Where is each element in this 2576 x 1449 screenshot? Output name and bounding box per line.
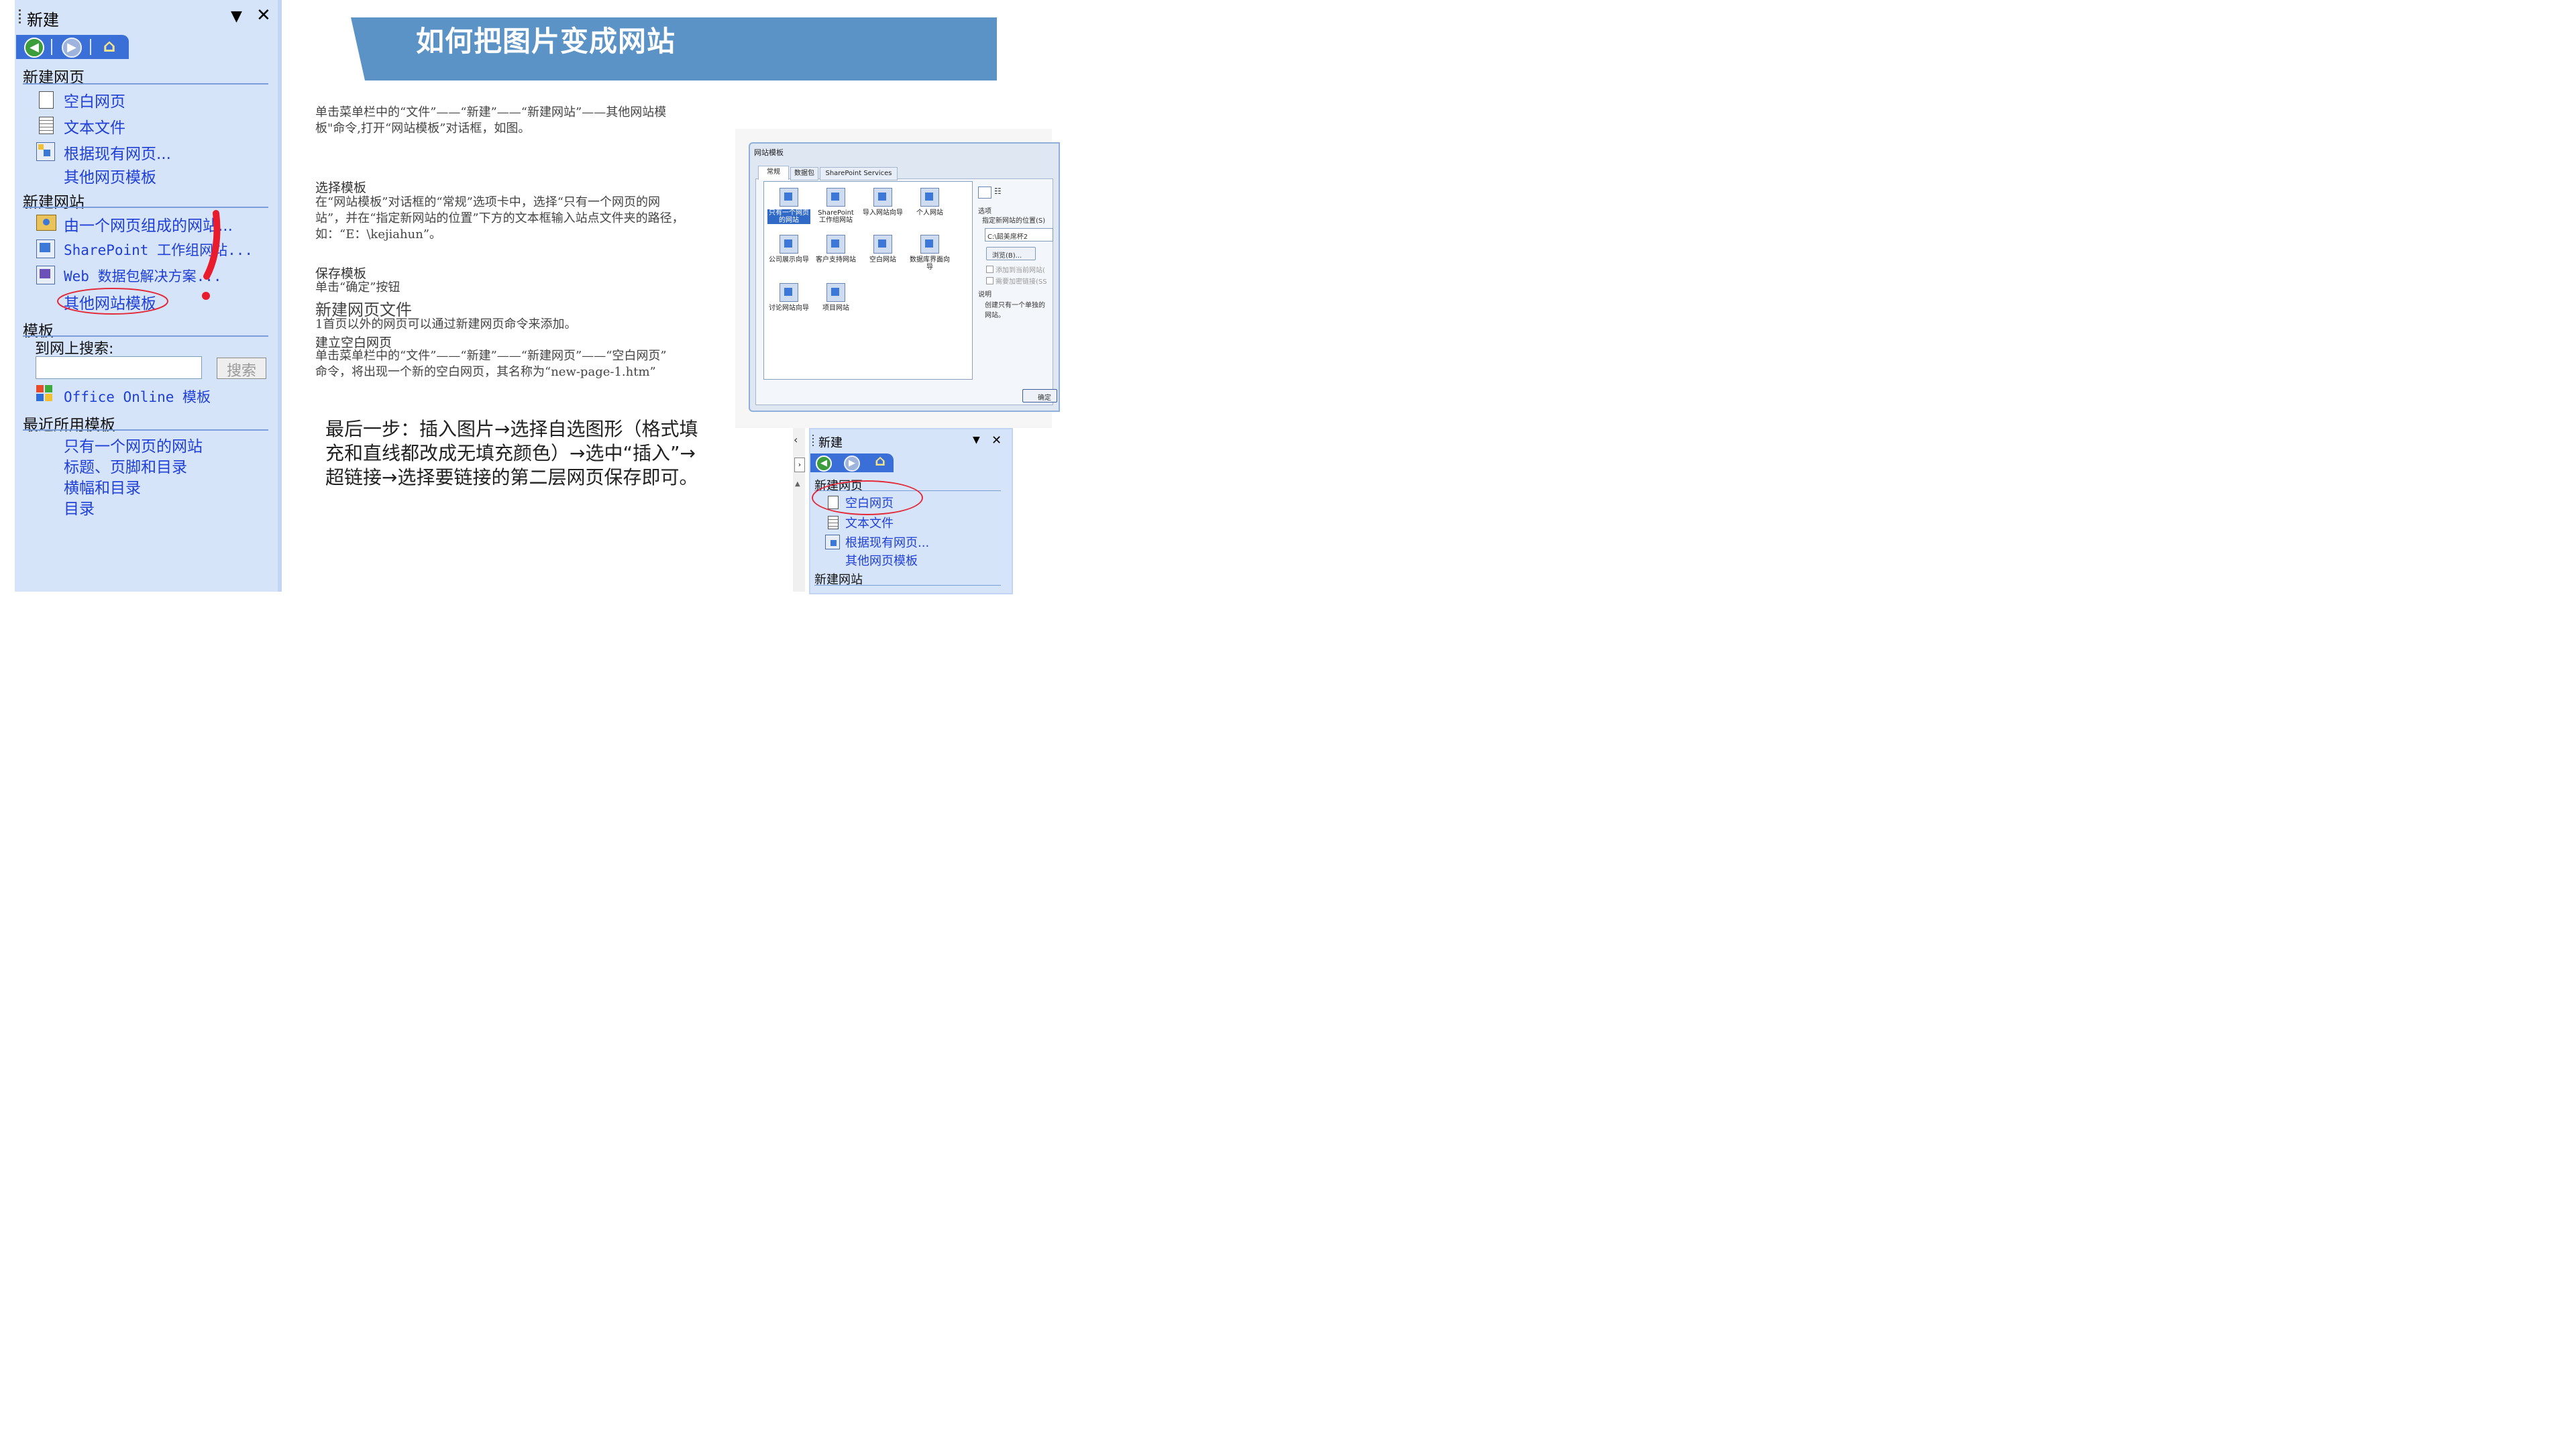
link-office-online-templates[interactable]: Office Online 模板 [64,386,211,407]
dropdown-arrow-icon[interactable]: ▼ [973,435,980,445]
template-label: SharePoint 工作组网站 [818,209,854,224]
template-item[interactable]: 空白网站 [861,233,904,274]
template-icon [780,188,798,207]
template-label: 公司展示向导 [769,256,809,264]
link-text-file[interactable]: 文本文件 [845,514,894,531]
template-label: 讨论网站向导 [769,305,809,312]
scroll-left-arrow-icon[interactable]: ‹ [794,433,798,446]
template-item[interactable]: SharePoint 工作组网站 [814,186,857,225]
back-icon[interactable]: ◀ [816,455,832,472]
template-item[interactable]: 公司展示向导 [767,233,810,274]
template-item[interactable]: 数据库界面向导 [908,233,951,274]
text-file-icon [828,516,839,529]
template-label: 只有一个网页的网站 [767,209,810,224]
template-item[interactable]: 导入网站向导 [861,186,904,225]
save-template-heading: 保存模板 [315,266,367,281]
scroll-up-arrow-icon[interactable]: ▲ [795,480,800,488]
template-label: 导入网站向导 [863,209,903,217]
template-icon [826,188,845,207]
location-input[interactable]: C:\韶美席杯2 [985,228,1053,241]
template-icon [780,235,798,254]
scroll-right-arrow-icon[interactable]: › [794,458,805,472]
red-annotation-oval [812,480,923,515]
search-button[interactable]: 搜索 [217,358,266,380]
template-label: 数据库界面向导 [910,256,950,271]
template-icon [826,235,845,254]
template-icon [873,188,892,207]
template-icon [780,283,798,302]
select-template-text: 在“网站模板”对话框的“常规”选项卡中，选择“只有一个网页的网 站”，并在“指定新… [315,195,684,241]
new-page-file-text: 1首页以外的网页可以通过新建网页命令来添加。 [315,317,577,331]
template-label: 客户支持网站 [816,256,856,264]
close-icon[interactable]: ✕ [991,433,1002,447]
location-label: 指定新网站的位置(S) [982,217,1046,225]
link-recent-template[interactable]: 目录 [64,496,95,519]
link-recent-template[interactable]: 只有一个网页的网站 [64,433,203,456]
grip-icon[interactable] [812,435,814,447]
final-step-text: 最后一步：插入图片→选择自选图形（格式填 充和直线都改成无填充颜色）→选中“插入”… [325,418,698,488]
template-icon [873,235,892,254]
task-pane-small-title: 新建 [818,436,843,450]
description-label: 说明 [978,291,991,299]
add-to-site-label: 添加到当前网站( [996,267,1045,274]
intro-text: 单击菜单栏中的“文件”——“新建”——“新建网站”——其他网站模 板"命令,打开“… [315,105,667,136]
blank-page-text: 单击菜单栏中的“文件”——“新建”——“新建网页”——“空白网页” 命令，将出现一… [315,349,667,379]
template-icon [920,188,939,207]
link-recent-template[interactable]: 标题、页脚和目录 [64,454,187,477]
ok-button[interactable]: 确定 [1022,389,1057,402]
browse-button[interactable]: 浏览(B)... [986,247,1036,260]
ssl-label: 需要加密链接(SS [996,278,1047,286]
tab-sharepoint-services[interactable]: SharePoint Services [820,167,898,180]
add-to-site-checkbox[interactable] [986,266,994,273]
template-item[interactable]: 客户支持网站 [814,233,857,274]
ssl-checkbox[interactable] [986,277,994,284]
large-icons-view-icon[interactable] [978,186,991,199]
template-icon [920,235,939,254]
dialog-title: 网站模板 [754,148,784,157]
template-label: 空白网站 [869,256,896,264]
template-item[interactable]: 项目网站 [814,282,857,322]
office-online-icon [36,385,55,402]
scrollbar[interactable] [793,428,805,592]
divider [814,585,1001,586]
link-other-page-templates[interactable]: 其他网页模板 [845,551,918,569]
link-from-existing-page[interactable]: 根据现有网页... [845,533,929,551]
search-input[interactable] [36,356,202,379]
template-label: 项目网站 [822,305,849,312]
divider [23,429,268,431]
template-item[interactable]: 个人网站 [908,186,951,225]
section-heading-recent: 最近所用模板 [23,417,115,434]
home-icon[interactable]: ⌂ [872,453,888,470]
forward-icon[interactable]: ▶ [844,455,860,472]
page-from-existing-icon [825,535,840,549]
template-icon [826,283,845,302]
tab-packages[interactable]: 数据包 [790,167,818,180]
description-text: 创建只有一个单独的 网站。 [985,302,1045,319]
page-title: 如何把图片变成网站 [416,25,676,58]
select-template-heading: 选择模板 [315,180,367,195]
template-item[interactable]: 讨论网站向导 [767,282,810,322]
template-item-selected[interactable]: 只有一个网页的网站 [767,186,810,225]
link-recent-template[interactable]: 横幅和目录 [64,475,141,498]
tab-general[interactable]: 常规 [758,166,789,180]
save-template-text: 单击“确定”按钮 [315,280,400,294]
template-label: 个人网站 [916,209,943,217]
list-view-icon[interactable]: ☷ [994,186,1002,196]
search-label: 到网上搜索: [35,341,114,358]
options-label: 选项 [978,208,991,215]
